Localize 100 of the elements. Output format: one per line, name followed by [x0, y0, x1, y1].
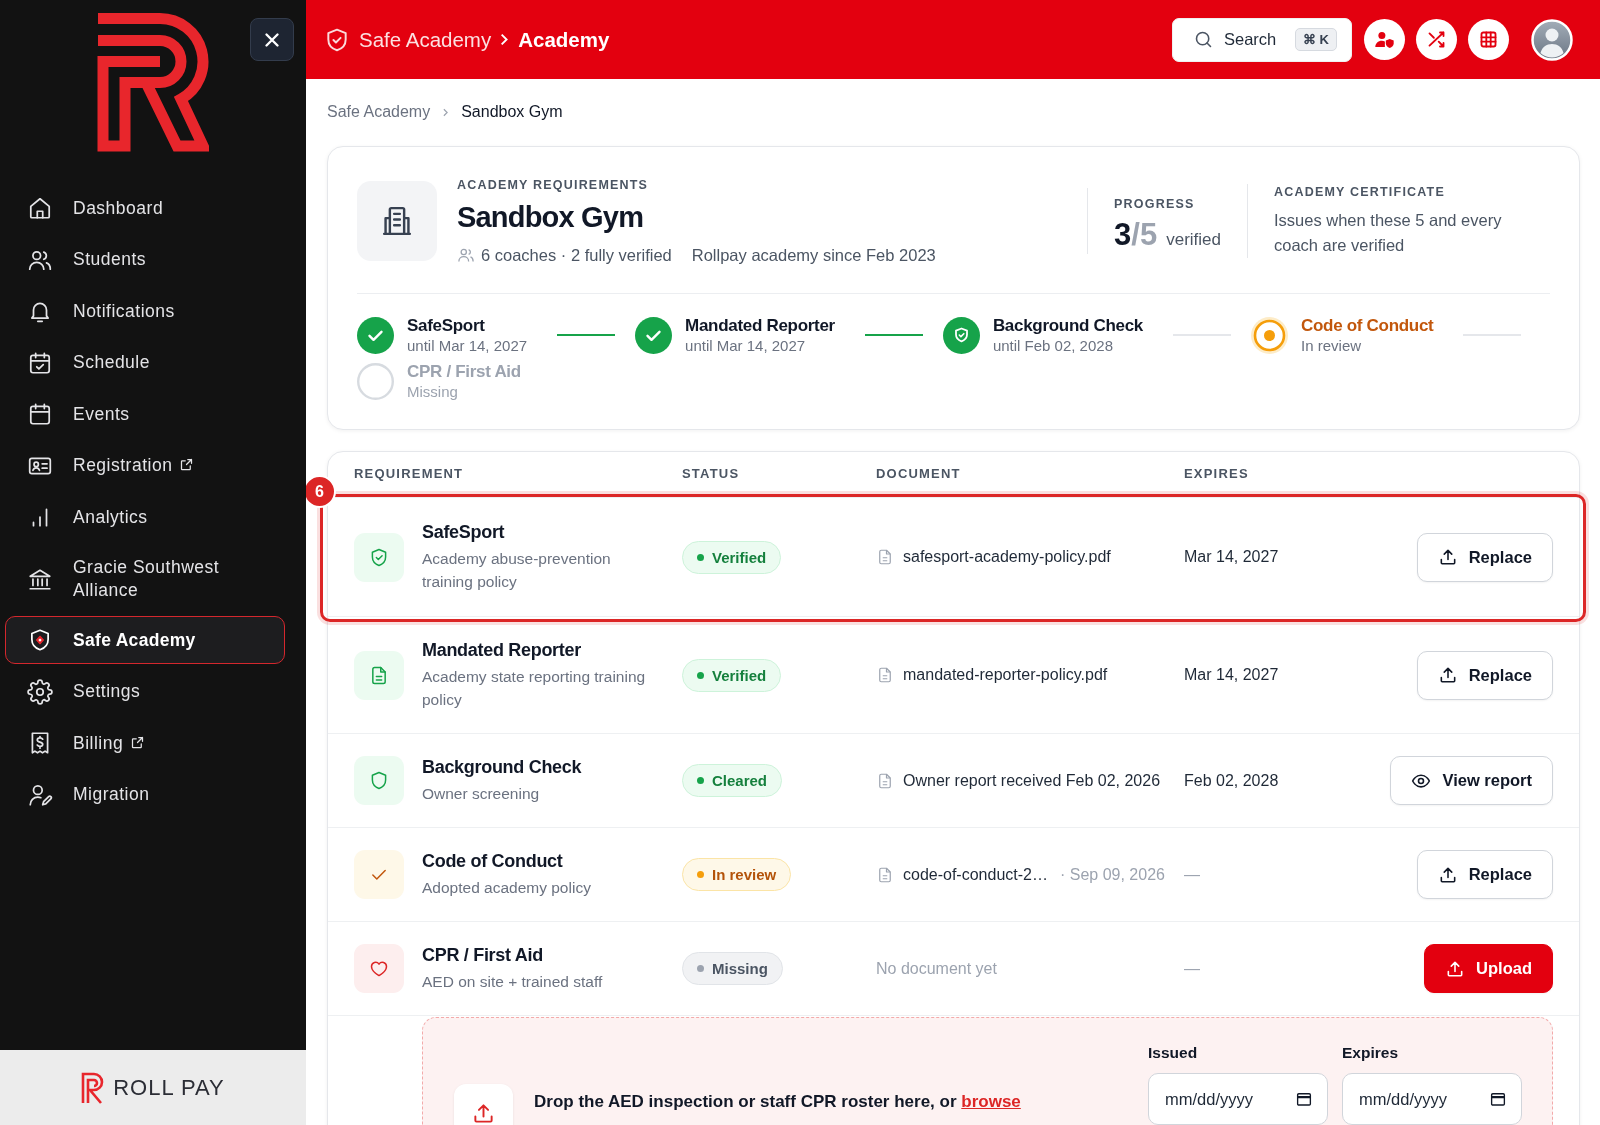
document-name: Owner report received Feb 02, 2026: [903, 771, 1161, 790]
grid-button[interactable]: [1468, 19, 1509, 60]
requirement-description: Owner screening: [422, 784, 541, 804]
step-title: Code of Conduct: [1301, 315, 1434, 336]
nav-item[interactable]: Safe Academy: [5, 616, 285, 664]
nav-item[interactable]: Events: [5, 390, 285, 438]
requirement-title: Mandated Reporter: [422, 639, 582, 661]
status-dot-icon: [697, 553, 704, 561]
status-label: Verified: [712, 548, 767, 566]
requirement-title: CPR / First Aid: [422, 944, 544, 966]
shuffle-button[interactable]: [1416, 19, 1457, 60]
status-label: Cleared: [712, 772, 768, 789]
expiry-date: Mar 14, 2027: [1184, 666, 1280, 684]
status-dot-icon: [697, 671, 704, 679]
document-name: mandated-reporter-policy.pdf: [903, 666, 1108, 684]
browse-link[interactable]: browse: [961, 1092, 1021, 1111]
column-header: STATUS: [682, 466, 741, 482]
nav-item[interactable]: Notifications: [5, 287, 285, 335]
document-icon: [354, 650, 404, 700]
step-subtitle: In review: [1301, 336, 1363, 355]
shield-check-icon: [354, 532, 404, 582]
field-label: Issued: [1148, 1044, 1199, 1062]
shuffle-icon: [1426, 29, 1447, 50]
status-label: In review: [712, 866, 777, 883]
requirement-description: Academy abuse-prevention training policy: [422, 549, 612, 592]
replace-button[interactable]: Replace: [1416, 650, 1553, 700]
column-header: DOCUMENT: [876, 466, 962, 482]
user-shield-button[interactable]: [1364, 19, 1405, 60]
step-connector: [864, 333, 923, 337]
calendar-check-icon: [27, 349, 53, 376]
date-field[interactable]: mm/dd/yyyy: [1342, 1073, 1522, 1125]
nav-item[interactable]: Dashboard: [5, 184, 285, 232]
column-header: REQUIREMENT: [354, 466, 465, 482]
step-title: SafeSport: [407, 315, 486, 336]
breadcrumb-current: Sandbox Gym: [461, 102, 563, 122]
keyboard-shortcut: ⌘ K: [1295, 28, 1337, 51]
step-connector: [557, 333, 616, 337]
close-button[interactable]: [250, 18, 294, 61]
grid-icon: [1478, 29, 1499, 50]
nav-item[interactable]: Students: [5, 235, 285, 284]
file-icon: [876, 548, 894, 566]
page-title: Academy: [518, 27, 610, 52]
requirement-description: Adopted academy policy: [422, 878, 591, 898]
view-report-button[interactable]: View report: [1390, 756, 1553, 805]
nav-item[interactable]: Registration: [5, 441, 285, 490]
building-icon: [357, 181, 437, 261]
date-field[interactable]: mm/dd/yyyy: [1148, 1073, 1328, 1125]
status-label: Missing: [712, 960, 768, 977]
breadcrumb-link[interactable]: Safe Academy: [327, 101, 431, 123]
requirement-title: SafeSport: [422, 521, 506, 543]
nav-item[interactable]: Settings: [5, 667, 285, 716]
file-icon: [876, 666, 894, 684]
expiry-date: —: [1184, 865, 1201, 884]
brand-mark-icon: [81, 1071, 106, 1104]
file-icon: [876, 771, 894, 790]
replace-button[interactable]: Replace: [1416, 850, 1553, 899]
shield-icon: [354, 756, 404, 805]
coach-count: 6 coaches · 2 fully verified: [481, 244, 672, 266]
nav-item[interactable]: Schedule: [5, 338, 285, 387]
home-icon: [27, 195, 53, 221]
document-name: safesport-academy-policy.pdf: [903, 548, 1111, 566]
empty-document-note: No document yet: [876, 959, 997, 978]
expiry-date: —: [1184, 959, 1201, 978]
check-icon: [354, 850, 404, 899]
nav-item[interactable]: Billing: [5, 719, 285, 767]
nav-item[interactable]: Analytics: [5, 493, 285, 541]
brand-name: ROLL PAY: [113, 1074, 225, 1101]
drop-zone[interactable]: Drop the AED inspection or staff CPR roster here, or browse Issued mm/dd/yyyy Expires mm/dd/yyyy: [422, 1017, 1553, 1125]
avatar[interactable]: [1531, 18, 1573, 61]
status-dot-icon: [697, 965, 704, 972]
step-subtitle: until Mar 14, 2027: [407, 336, 528, 355]
breadcrumb-link[interactable]: Safe Academy: [359, 27, 492, 52]
progress-total: /5: [1131, 217, 1158, 253]
step-subtitle: Missing: [407, 382, 459, 401]
status-dot-icon: [697, 777, 704, 784]
step-subtitle: until Feb 02, 2028: [992, 336, 1114, 355]
nav-item[interactable]: Migration: [5, 770, 285, 819]
replace-button[interactable]: Replace: [1416, 532, 1553, 582]
certificate-note: Issues when these 5 and every coach are verified: [1274, 210, 1503, 256]
search-button[interactable]: Search ⌘ K: [1172, 17, 1352, 62]
drop-instructions: Drop the AED inspection or staff CPR roster here, or browse: [534, 1092, 1021, 1112]
step-subtitle: until Mar 14, 2027: [685, 336, 807, 355]
search-icon: [1193, 29, 1214, 50]
certificate-label: ACADEMY CERTIFICATE: [1274, 184, 1446, 200]
status-dot-icon: [697, 871, 704, 878]
upload-button[interactable]: Upload: [1424, 944, 1553, 993]
requirement-description: Academy state reporting training policy: [422, 667, 647, 710]
nav-item[interactable]: Gracie Southwest Alliance: [5, 544, 285, 613]
brand-logo[interactable]: [97, 13, 209, 152]
document-date: · Sep 09, 2026: [1059, 865, 1165, 884]
shield-check-icon: [324, 26, 350, 53]
requirement-title: Code of Conduct: [422, 850, 564, 872]
step-title: Mandated Reporter: [685, 315, 835, 336]
user-shield-icon: [1374, 29, 1395, 50]
calendar-icon: [27, 401, 53, 427]
calendar-icon: [1295, 1090, 1313, 1108]
settings-icon: [27, 678, 53, 705]
field-label: Expires: [1342, 1044, 1399, 1062]
section-label: ACADEMY REQUIREMENTS: [457, 176, 650, 193]
callout-number: 6: [306, 475, 336, 508]
